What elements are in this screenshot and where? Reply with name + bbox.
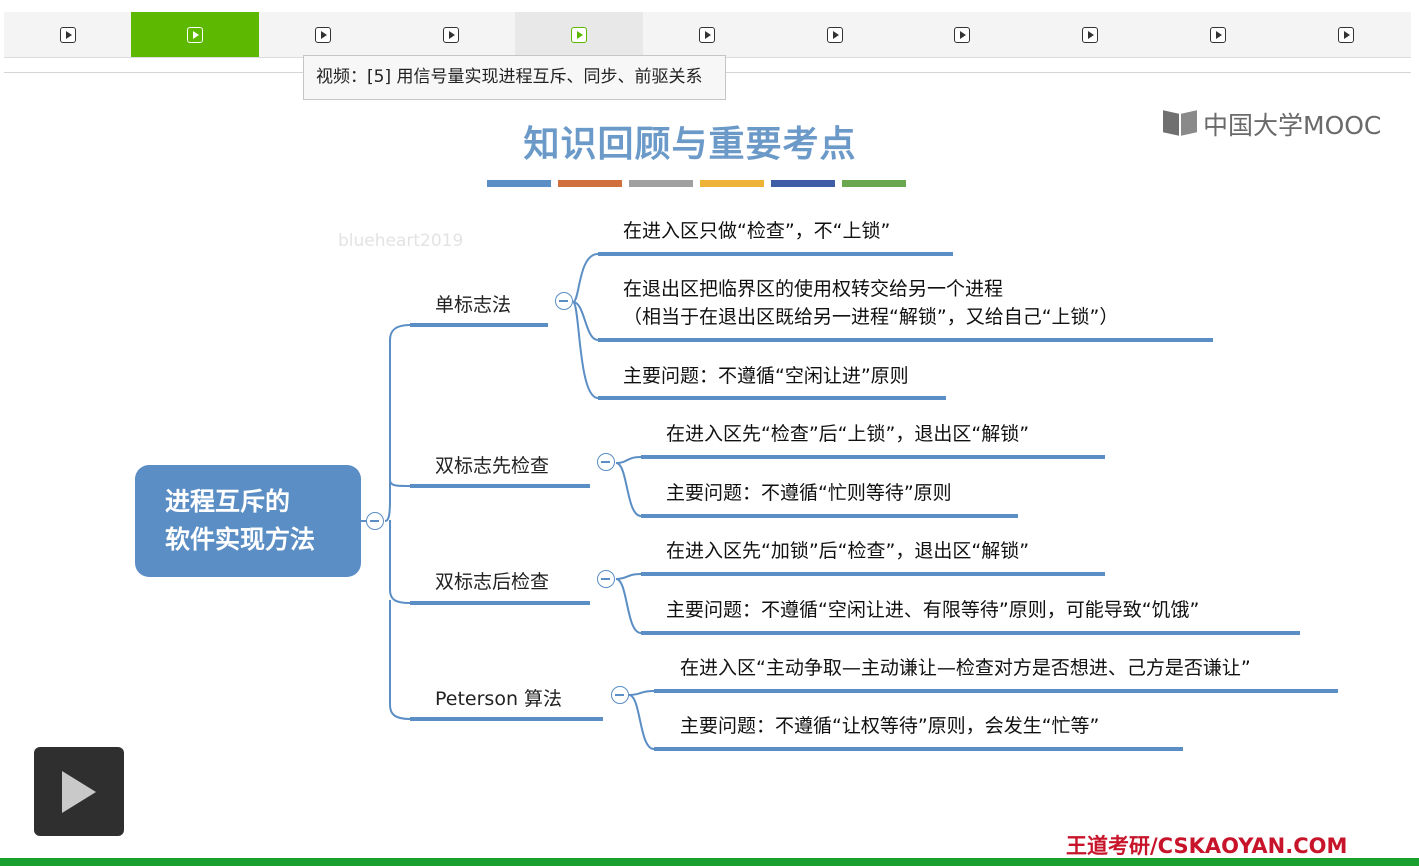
branch-collapse-toggle[interactable] (597, 453, 615, 471)
leaf-text: 在进入区先“检查”后“上锁”，退出区“解锁” (666, 423, 1030, 445)
branch-label-peterson: Peterson 算法 (435, 688, 563, 710)
leaf-text: 主要问题：不遵循“忙则等待”原则 (666, 482, 952, 504)
root-collapse-toggle[interactable] (366, 512, 384, 530)
root-line-1: 进程互斥的 (165, 487, 291, 516)
leaf-text: 在进入区“主动争取—主动谦让—检查对方是否想进、己方是否谦让” (680, 657, 1251, 679)
branch-collapse-toggle[interactable] (555, 292, 573, 310)
mindmap-root: 进程互斥的 软件实现方法 (135, 465, 361, 577)
root-line-2: 软件实现方法 (165, 525, 316, 554)
leaf-text: 主要问题：不遵循“空闲让进、有限等待”原则，可能导致“饥饿” (666, 599, 1200, 621)
branch-collapse-toggle[interactable] (597, 570, 615, 588)
branch-label-single-flag: 单标志法 (435, 294, 512, 316)
leaf-text: 在进入区先“加锁”后“检查”，退出区“解锁” (666, 540, 1030, 562)
leaf-text: 在退出区把临界区的使用权转交给另一个进程 （相当于在退出区既给另一进程“解锁”，… (623, 278, 1119, 328)
branch-collapse-toggle[interactable] (611, 686, 629, 704)
branch-label-dual-flag-check-after: 双标志后检查 (435, 571, 550, 593)
leaf-text: 主要问题：不遵循“让权等待”原则，会发生“忙等” (680, 715, 1100, 737)
branch-label-dual-flag-check-first: 双标志先检查 (435, 455, 550, 477)
leaf-text: 在进入区只做“检查”，不“上锁” (623, 220, 891, 242)
video-progress-bar[interactable] (0, 858, 1419, 866)
leaf-text: 主要问题：不遵循“空闲让进”原则 (623, 365, 909, 387)
brand-footer: 王道考研/CSKAOYAN.COM (1066, 834, 1348, 858)
play-icon[interactable] (34, 747, 124, 836)
